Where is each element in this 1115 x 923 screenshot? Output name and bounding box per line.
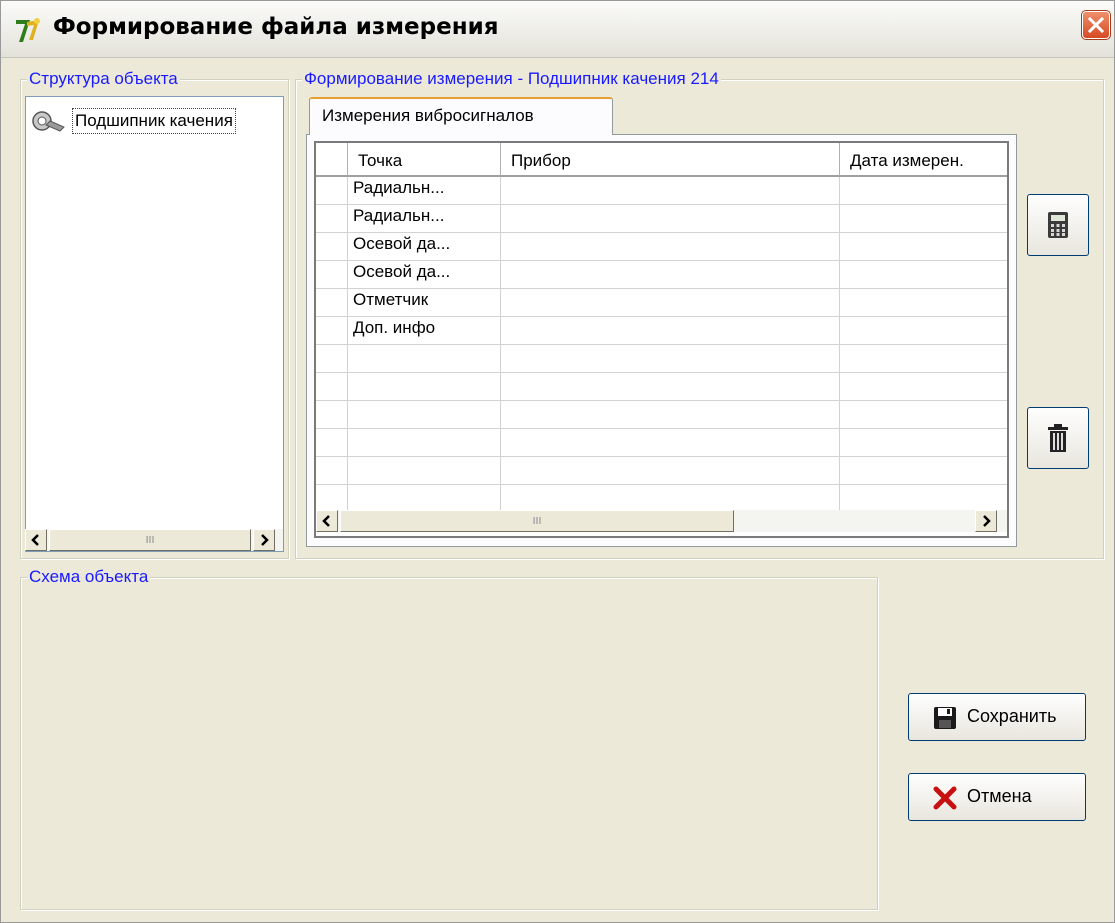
bearing-icon xyxy=(32,111,65,132)
cell-device[interactable] xyxy=(501,457,840,485)
cell-date[interactable] xyxy=(840,429,1007,457)
floppy-disk-icon xyxy=(934,707,956,729)
row-indicator[interactable] xyxy=(316,233,348,261)
row-indicator[interactable] xyxy=(316,485,348,513)
chevron-left-icon xyxy=(322,515,330,527)
cell-point[interactable]: Радиальн... xyxy=(348,205,501,233)
cell-point[interactable]: Отметчик xyxy=(348,289,501,317)
save-button[interactable]: Сохранить xyxy=(908,693,1086,741)
row-indicator[interactable] xyxy=(316,373,348,401)
cell-date[interactable] xyxy=(840,317,1007,345)
scroll-left-button[interactable] xyxy=(25,529,47,551)
cell-point[interactable]: Осевой да... xyxy=(348,233,501,261)
delete-button[interactable] xyxy=(1027,407,1089,469)
cell-date[interactable] xyxy=(840,233,1007,261)
cancel-button[interactable]: Отмена xyxy=(908,773,1086,821)
cell-device[interactable] xyxy=(501,205,840,233)
row-indicator[interactable] xyxy=(316,401,348,429)
scroll-right-button[interactable] xyxy=(253,529,275,551)
chevron-right-icon xyxy=(261,534,269,546)
chevron-left-icon xyxy=(31,534,39,546)
measurement-file-window: Формирование файла измерения Структура о… xyxy=(0,0,1115,923)
column-header-date[interactable]: Дата измерен. xyxy=(840,143,1007,177)
cell-point[interactable] xyxy=(348,457,501,485)
grid-scroll-left-button[interactable] xyxy=(316,510,338,532)
cell-point[interactable] xyxy=(348,485,501,513)
red-x-icon xyxy=(933,786,957,810)
cell-date[interactable] xyxy=(840,177,1007,205)
row-indicator[interactable] xyxy=(316,457,348,485)
window-title: Формирование файла измерения xyxy=(53,14,499,40)
row-indicator[interactable] xyxy=(316,345,348,373)
cell-device[interactable] xyxy=(501,233,840,261)
thumb-grip: III xyxy=(145,534,155,546)
grid-scroll-thumb[interactable]: III xyxy=(340,510,734,532)
row-indicator[interactable] xyxy=(316,205,348,233)
cell-date[interactable] xyxy=(840,345,1007,373)
tab-vibration-measurements[interactable]: Измерения вибросигналов xyxy=(309,97,613,135)
scroll-thumb[interactable]: III xyxy=(49,529,251,551)
calculator-icon xyxy=(1048,212,1068,238)
tree-hscrollbar[interactable]: III xyxy=(25,529,283,551)
tab-label: Измерения вибросигналов xyxy=(322,106,534,125)
app-icon xyxy=(16,18,40,42)
cell-point[interactable]: Осевой да... xyxy=(348,261,501,289)
scheme-groupbox: Схема объекта xyxy=(20,567,878,910)
cell-date[interactable] xyxy=(840,289,1007,317)
cell-date[interactable] xyxy=(840,485,1007,513)
cell-point[interactable] xyxy=(348,373,501,401)
cell-point[interactable] xyxy=(348,401,501,429)
cell-device[interactable] xyxy=(501,177,840,205)
tree-item-label: Подшипник качения xyxy=(72,108,236,134)
row-indicator[interactable] xyxy=(316,177,348,205)
close-icon xyxy=(1087,16,1105,34)
close-button[interactable] xyxy=(1081,10,1111,40)
trash-icon xyxy=(1048,424,1068,452)
chevron-right-icon xyxy=(983,515,991,527)
object-tree[interactable]: Подшипник качения xyxy=(25,96,284,552)
column-header-device[interactable]: Прибор xyxy=(501,143,840,177)
structure-legend: Структура объекта xyxy=(27,69,180,89)
cell-device[interactable] xyxy=(501,289,840,317)
title-bar[interactable]: Формирование файла измерения xyxy=(1,1,1114,58)
thumb-grip: III xyxy=(532,515,542,527)
cell-point[interactable]: Доп. инфо xyxy=(348,317,501,345)
save-label: Сохранить xyxy=(967,706,1057,726)
cell-date[interactable] xyxy=(840,205,1007,233)
measurements-grid[interactable]: Точка Прибор Дата измерен. Радиальн... Ра… xyxy=(314,141,1009,538)
cell-device[interactable] xyxy=(501,485,840,513)
cell-device[interactable] xyxy=(501,401,840,429)
cell-device[interactable] xyxy=(501,429,840,457)
measurement-legend: Формирование измерения - Подшипник качен… xyxy=(302,69,721,89)
row-indicator[interactable] xyxy=(316,261,348,289)
cell-point[interactable] xyxy=(348,429,501,457)
row-indicator[interactable] xyxy=(316,289,348,317)
cancel-label: Отмена xyxy=(967,786,1032,806)
cell-date[interactable] xyxy=(840,401,1007,429)
cell-device[interactable] xyxy=(501,373,840,401)
column-header-point[interactable]: Точка xyxy=(348,143,501,177)
grid-hscrollbar[interactable]: III xyxy=(316,510,1007,532)
cell-device[interactable] xyxy=(501,261,840,289)
grid-corner xyxy=(316,143,348,177)
cell-date[interactable] xyxy=(840,261,1007,289)
cell-device[interactable] xyxy=(501,345,840,373)
cell-date[interactable] xyxy=(840,457,1007,485)
cell-device[interactable] xyxy=(501,317,840,345)
cell-date[interactable] xyxy=(840,373,1007,401)
cell-point[interactable]: Радиальн... xyxy=(348,177,501,205)
cell-point[interactable] xyxy=(348,345,501,373)
calculate-button[interactable] xyxy=(1027,194,1089,256)
grid-scroll-right-button[interactable] xyxy=(975,510,997,532)
scheme-legend: Схема объекта xyxy=(27,567,151,587)
row-indicator[interactable] xyxy=(316,317,348,345)
row-indicator[interactable] xyxy=(316,429,348,457)
